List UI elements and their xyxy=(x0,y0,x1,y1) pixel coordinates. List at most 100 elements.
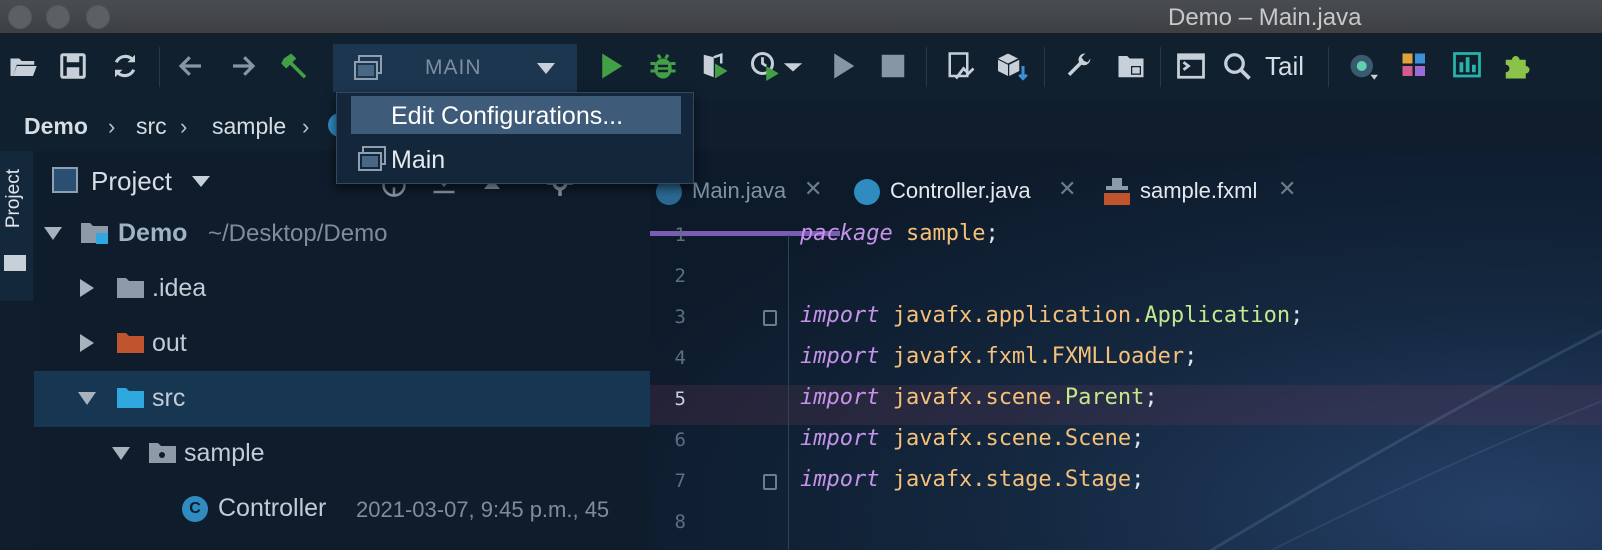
line-number: 1 xyxy=(674,224,686,246)
code-line[interactable]: import javafx.scene.Parent; xyxy=(800,385,1158,410)
tree-label: sample xyxy=(184,439,265,467)
code-line[interactable]: package sample; xyxy=(800,221,999,246)
run-configuration-selector[interactable]: MAIN xyxy=(333,44,577,92)
expand-arrow-icon[interactable] xyxy=(110,442,132,464)
save-icon[interactable] xyxy=(56,49,90,83)
run-config-label: MAIN xyxy=(425,56,482,79)
file-meta-hint: 2021-03-07, 9:45 p.m., 45 xyxy=(356,497,610,522)
tree-row-out[interactable]: out xyxy=(34,316,650,372)
line-number: 4 xyxy=(674,347,686,369)
tab-controller-java[interactable]: Controller.java ✕ xyxy=(852,171,1092,221)
tree-label: Demo xyxy=(118,219,188,247)
plugin-palette-icon[interactable] xyxy=(1398,49,1432,83)
line-number: 5 xyxy=(674,388,686,410)
close-icon[interactable]: ✕ xyxy=(1058,176,1076,202)
forward-icon[interactable] xyxy=(226,49,260,83)
build-hammer-icon[interactable] xyxy=(278,49,312,83)
project-tool-button[interactable]: Project xyxy=(3,169,25,228)
tab-label: sample.fxml xyxy=(1140,178,1258,203)
collapsed-arrow-icon[interactable] xyxy=(76,332,98,354)
tree-row-demo[interactable]: Demo ~/Desktop/Demo xyxy=(34,206,650,262)
project-panel: Project Demo ~/Desktop/Demo .idea out sr… xyxy=(34,151,650,550)
menu-item-label: Main xyxy=(391,146,446,174)
device-icon[interactable] xyxy=(944,49,978,83)
close-icon[interactable]: ✕ xyxy=(804,176,822,202)
tail-button[interactable]: Tail xyxy=(1265,51,1304,82)
tool-window-strip: Project xyxy=(0,151,33,301)
class-icon xyxy=(854,179,880,205)
tree-row-sample[interactable]: sample xyxy=(34,426,650,482)
project-view-icon xyxy=(52,167,78,193)
tree-row-idea[interactable]: .idea xyxy=(34,261,650,317)
profile-dropdown-icon[interactable] xyxy=(782,49,804,83)
profile-icon[interactable] xyxy=(748,49,782,83)
chevron-right-icon: › xyxy=(302,114,310,139)
tree-row-src[interactable]: src xyxy=(34,371,650,427)
folder-icon xyxy=(116,275,146,301)
minimize-window-button[interactable] xyxy=(46,5,70,29)
settings-wrench-icon[interactable] xyxy=(1062,49,1096,83)
code-line[interactable]: import javafx.scene.Scene; xyxy=(800,426,1144,451)
line-number: 3 xyxy=(674,306,686,328)
sync-icon[interactable] xyxy=(108,49,142,83)
breadcrumb-item-demo[interactable]: Demo xyxy=(24,113,88,140)
terminal-icon[interactable] xyxy=(1174,49,1208,83)
run-config-icon xyxy=(357,145,387,178)
zoom-window-button[interactable] xyxy=(86,5,110,29)
tree-label: src xyxy=(152,384,186,412)
project-panel-title[interactable]: Project xyxy=(91,166,172,197)
expand-arrow-icon[interactable] xyxy=(42,222,64,244)
close-window-button[interactable] xyxy=(8,5,32,29)
run-config-popup: Edit Configurations... Main xyxy=(336,92,694,184)
project-structure-icon[interactable] xyxy=(1114,49,1148,83)
tree-label: out xyxy=(152,329,187,357)
deploy-icon[interactable] xyxy=(996,49,1030,83)
back-icon[interactable] xyxy=(174,49,208,83)
chevron-right-icon: › xyxy=(180,114,188,139)
coverage-icon[interactable] xyxy=(698,49,732,83)
tab-label: Main.java xyxy=(692,178,787,203)
gutter-divider xyxy=(788,235,789,550)
run-icon[interactable] xyxy=(594,49,628,83)
class-icon: C xyxy=(182,496,208,522)
fold-icon[interactable] xyxy=(763,474,777,490)
tree-row-controller[interactable]: C Controller 2021-03-07, 9:45 p.m., 45 xyxy=(34,481,650,537)
stop-icon[interactable] xyxy=(876,49,910,83)
open-folder-icon[interactable] xyxy=(6,49,40,83)
tree-label: .idea xyxy=(152,274,207,302)
search-icon[interactable] xyxy=(1220,49,1254,83)
line-number: 2 xyxy=(674,265,686,287)
breadcrumb-item-src[interactable]: src xyxy=(136,113,167,140)
debug-icon[interactable] xyxy=(646,49,680,83)
main-toolbar: MAIN Tail xyxy=(0,35,1602,101)
title-bar: Demo – Main.java xyxy=(0,0,1602,34)
fold-icon[interactable] xyxy=(763,310,777,326)
line-number: 8 xyxy=(674,511,686,533)
fxml-file-icon xyxy=(1102,177,1132,212)
close-icon[interactable]: ✕ xyxy=(1278,176,1296,202)
line-number: 7 xyxy=(674,470,686,492)
package-folder-icon xyxy=(148,440,178,466)
editor-tabs: Main.java ✕ Controller.java ✕ sample.fxm… xyxy=(650,151,1602,236)
tab-label: Controller.java xyxy=(890,178,1031,203)
tree-path-hint: ~/Desktop/Demo xyxy=(208,220,388,247)
plugin-chart-icon[interactable] xyxy=(1450,49,1484,83)
folder-icon xyxy=(4,255,26,271)
chevron-down-icon[interactable] xyxy=(192,175,210,193)
tab-sample-fxml[interactable]: sample.fxml ✕ xyxy=(1102,171,1312,221)
collapsed-arrow-icon[interactable] xyxy=(76,277,98,299)
main-config-menu-item[interactable]: Main xyxy=(351,139,681,179)
play-icon[interactable] xyxy=(826,49,860,83)
code-line[interactable]: import javafx.stage.Stage; xyxy=(800,467,1144,492)
code-editor[interactable]: Main.java ✕ Controller.java ✕ sample.fxm… xyxy=(650,151,1602,550)
chevron-right-icon: › xyxy=(108,114,116,139)
plugin-puzzle-icon[interactable] xyxy=(1500,49,1534,83)
module-folder-icon xyxy=(80,220,110,246)
expand-arrow-icon[interactable] xyxy=(76,387,98,409)
code-line[interactable]: import javafx.fxml.FXMLLoader; xyxy=(800,344,1197,369)
edit-configurations-menu-item[interactable]: Edit Configurations... xyxy=(351,96,681,134)
window-title: Demo – Main.java xyxy=(1168,4,1362,31)
excluded-folder-icon xyxy=(116,330,146,356)
breadcrumb-item-sample[interactable]: sample xyxy=(212,113,286,140)
plugin-circle-icon[interactable] xyxy=(1346,49,1380,83)
